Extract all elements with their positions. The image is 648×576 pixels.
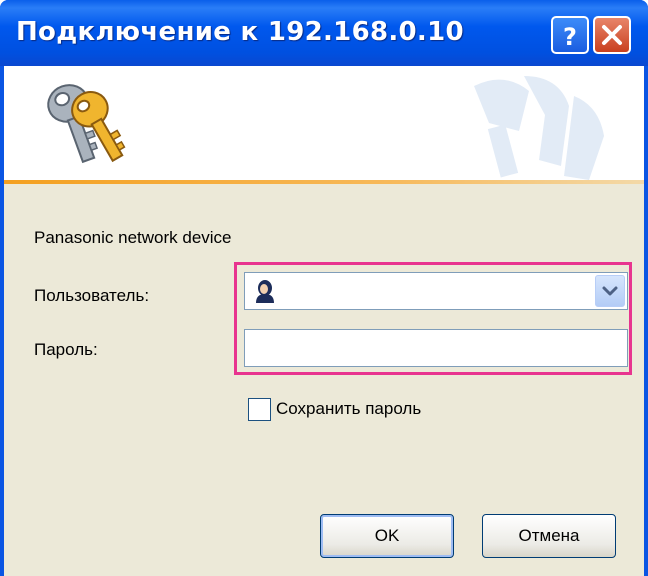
ok-button[interactable]: OK (320, 514, 454, 558)
close-x-icon (602, 25, 622, 45)
title-bar[interactable]: Подключение к 192.168.0.10 ? (0, 0, 648, 66)
login-form: Panasonic network device Пользователь: П… (4, 184, 644, 576)
dropdown-button[interactable] (595, 275, 625, 307)
remember-password-checkbox[interactable] (248, 398, 271, 421)
dialog-body: Panasonic network device Пользователь: П… (4, 66, 644, 576)
cancel-button-label: Отмена (518, 526, 580, 545)
help-button[interactable]: ? (551, 16, 589, 54)
user-avatar-icon (256, 280, 274, 303)
chevron-down-icon (602, 286, 618, 296)
username-combobox[interactable] (244, 272, 628, 310)
banner (4, 66, 644, 180)
login-dialog: Подключение к 192.168.0.10 ? Panasonic n… (0, 0, 648, 576)
window-title: Подключение к 192.168.0.10 (16, 17, 464, 47)
password-label: Пароль: (34, 340, 98, 359)
remember-password-label[interactable]: Сохранить пароль (276, 399, 421, 419)
ok-button-label: OK (374, 526, 400, 545)
username-label: Пользователь: (34, 286, 150, 305)
password-input[interactable] (244, 329, 628, 367)
question-mark-icon: ? (563, 23, 577, 51)
realm-text: Panasonic network device (34, 228, 232, 247)
keys-icon (47, 84, 126, 164)
keys-watermark-icon (474, 76, 604, 180)
svg-text:?: ? (563, 23, 577, 51)
close-button[interactable] (593, 16, 631, 54)
cancel-button[interactable]: Отмена (482, 514, 616, 558)
